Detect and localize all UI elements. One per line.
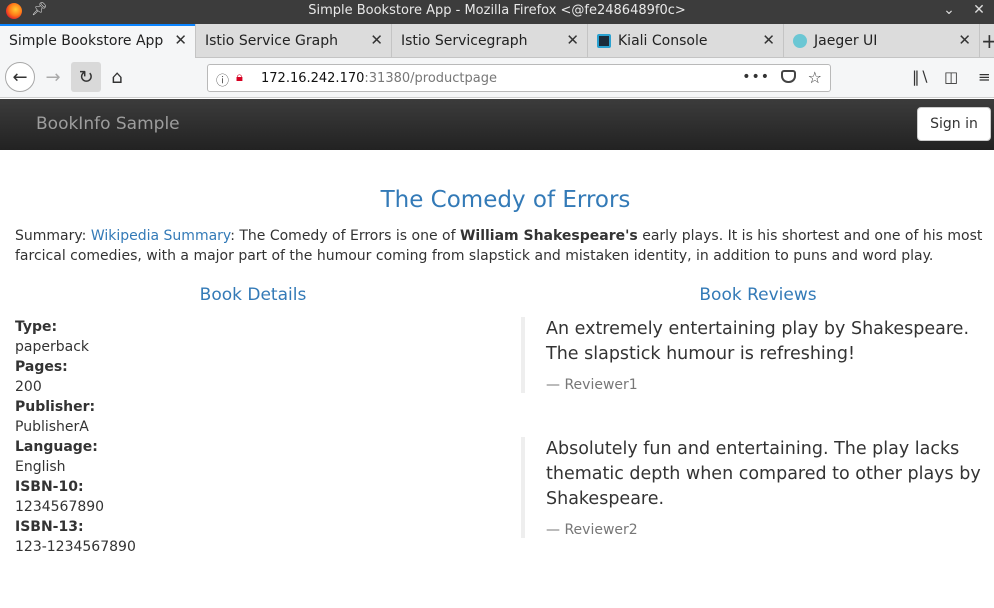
url-path: :31380/productpage <box>364 71 497 86</box>
close-tab-icon[interactable]: ✕ <box>566 31 579 49</box>
window-title: Simple Bookstore App - Mozilla Firefox <… <box>308 3 686 18</box>
close-tab-icon[interactable]: ✕ <box>370 31 383 49</box>
page-content: BookInfo Sample Sign in The Comedy of Er… <box>0 99 994 608</box>
book-summary: Summary: Wikipedia Summary: The Comedy o… <box>15 226 990 266</box>
detail-label: Pages: <box>15 359 68 375</box>
tab-bookstore[interactable]: Simple Bookstore App ✕ <box>0 24 196 58</box>
close-tab-icon[interactable]: ✕ <box>174 31 187 49</box>
detail-label: Type: <box>15 319 58 335</box>
summary-prefix: Summary: <box>15 228 91 244</box>
book-reviews-heading: Book Reviews <box>699 285 817 305</box>
review-1: An extremely entertaining play by Shakes… <box>521 317 991 393</box>
info-icon[interactable]: ⓘ <box>216 70 229 89</box>
detail-value: PublisherA <box>15 419 89 435</box>
library-icon[interactable]: ‖∖ <box>912 68 929 86</box>
tab-label: Istio Service Graph <box>205 33 338 49</box>
review-text: An extremely entertaining play by Shakes… <box>546 319 970 364</box>
book-title: The Comedy of Errors <box>380 187 631 213</box>
tab-istio-service-graph[interactable]: Istio Service Graph ✕ <box>196 24 392 58</box>
book-details-heading: Book Details <box>199 285 307 305</box>
pocket-icon[interactable] <box>781 70 796 83</box>
navigation-toolbar: ← → ↻ ⌂ ⓘ 🔒︎ 172.16.242.170:31380/produc… <box>0 58 994 98</box>
book-details: Type: paperback Pages: 200 Publisher: Pu… <box>15 317 136 557</box>
review-text: Absolutely fun and entertaining. The pla… <box>546 439 981 509</box>
home-button[interactable]: ⌂ <box>102 62 132 92</box>
close-window-icon[interactable]: ✕ <box>970 2 988 18</box>
brand-link[interactable]: BookInfo Sample <box>36 114 180 134</box>
reviewer-name: — Reviewer2 <box>546 522 638 538</box>
detail-value: English <box>15 459 66 475</box>
detail-label: ISBN-13: <box>15 519 84 535</box>
summary-text: : The Comedy of Errors is one of <box>230 228 460 244</box>
new-tab-button[interactable]: + <box>981 29 994 53</box>
detail-value: paperback <box>15 339 89 355</box>
reload-button[interactable]: ↻ <box>71 62 101 92</box>
url-bar[interactable]: ⓘ 🔒︎ 172.16.242.170:31380/productpage ••… <box>207 64 831 92</box>
tab-istio-servicegraph[interactable]: Istio Servicegraph ✕ <box>392 24 588 58</box>
forward-button[interactable]: → <box>38 62 68 92</box>
sign-in-button[interactable]: Sign in <box>917 107 991 141</box>
detail-label: ISBN-10: <box>15 479 84 495</box>
window-titlebar: 📌︎ Simple Bookstore App - Mozilla Firefo… <box>0 0 994 24</box>
url-host: 172.16.242.170 <box>261 71 365 86</box>
detail-value: 123-1234567890 <box>15 539 136 555</box>
url-text[interactable]: 172.16.242.170:31380/productpage <box>261 71 497 86</box>
summary-author: William Shakespeare's <box>459 228 638 244</box>
minimize-icon[interactable]: ⌄ <box>940 2 958 18</box>
insecure-connection-icon[interactable]: 🔒︎ <box>236 70 243 85</box>
wikipedia-summary-link[interactable]: Wikipedia Summary <box>91 228 230 244</box>
reviewer-name: — Reviewer1 <box>546 377 638 393</box>
tab-label: Kiali Console <box>618 33 708 49</box>
close-tab-icon[interactable]: ✕ <box>762 31 775 49</box>
menu-icon[interactable]: ≡ <box>978 68 991 86</box>
tab-kiali-console[interactable]: Kiali Console ✕ <box>588 24 784 58</box>
close-tab-icon[interactable]: ✕ <box>958 31 971 49</box>
tab-jaeger-ui[interactable]: Jaeger UI ✕ <box>784 24 980 58</box>
tab-label: Istio Servicegraph <box>401 33 528 49</box>
kiali-icon <box>597 34 611 48</box>
review-2: Absolutely fun and entertaining. The pla… <box>521 437 991 538</box>
tab-label: Jaeger UI <box>814 33 878 49</box>
tab-label: Simple Bookstore App <box>9 33 164 49</box>
detail-value: 200 <box>15 379 42 395</box>
tab-strip: Simple Bookstore App ✕ Istio Service Gra… <box>0 24 994 58</box>
page-actions-icon[interactable]: ••• <box>742 69 770 85</box>
detail-label: Language: <box>15 439 98 455</box>
bookmark-star-icon[interactable]: ☆ <box>808 68 822 87</box>
detail-value: 1234567890 <box>15 499 105 515</box>
app-navbar: BookInfo Sample Sign in <box>0 99 994 150</box>
jaeger-icon <box>793 34 807 48</box>
detail-label: Publisher: <box>15 399 96 415</box>
back-button[interactable]: ← <box>5 62 35 92</box>
sidebar-icon[interactable]: ◫ <box>944 68 958 86</box>
